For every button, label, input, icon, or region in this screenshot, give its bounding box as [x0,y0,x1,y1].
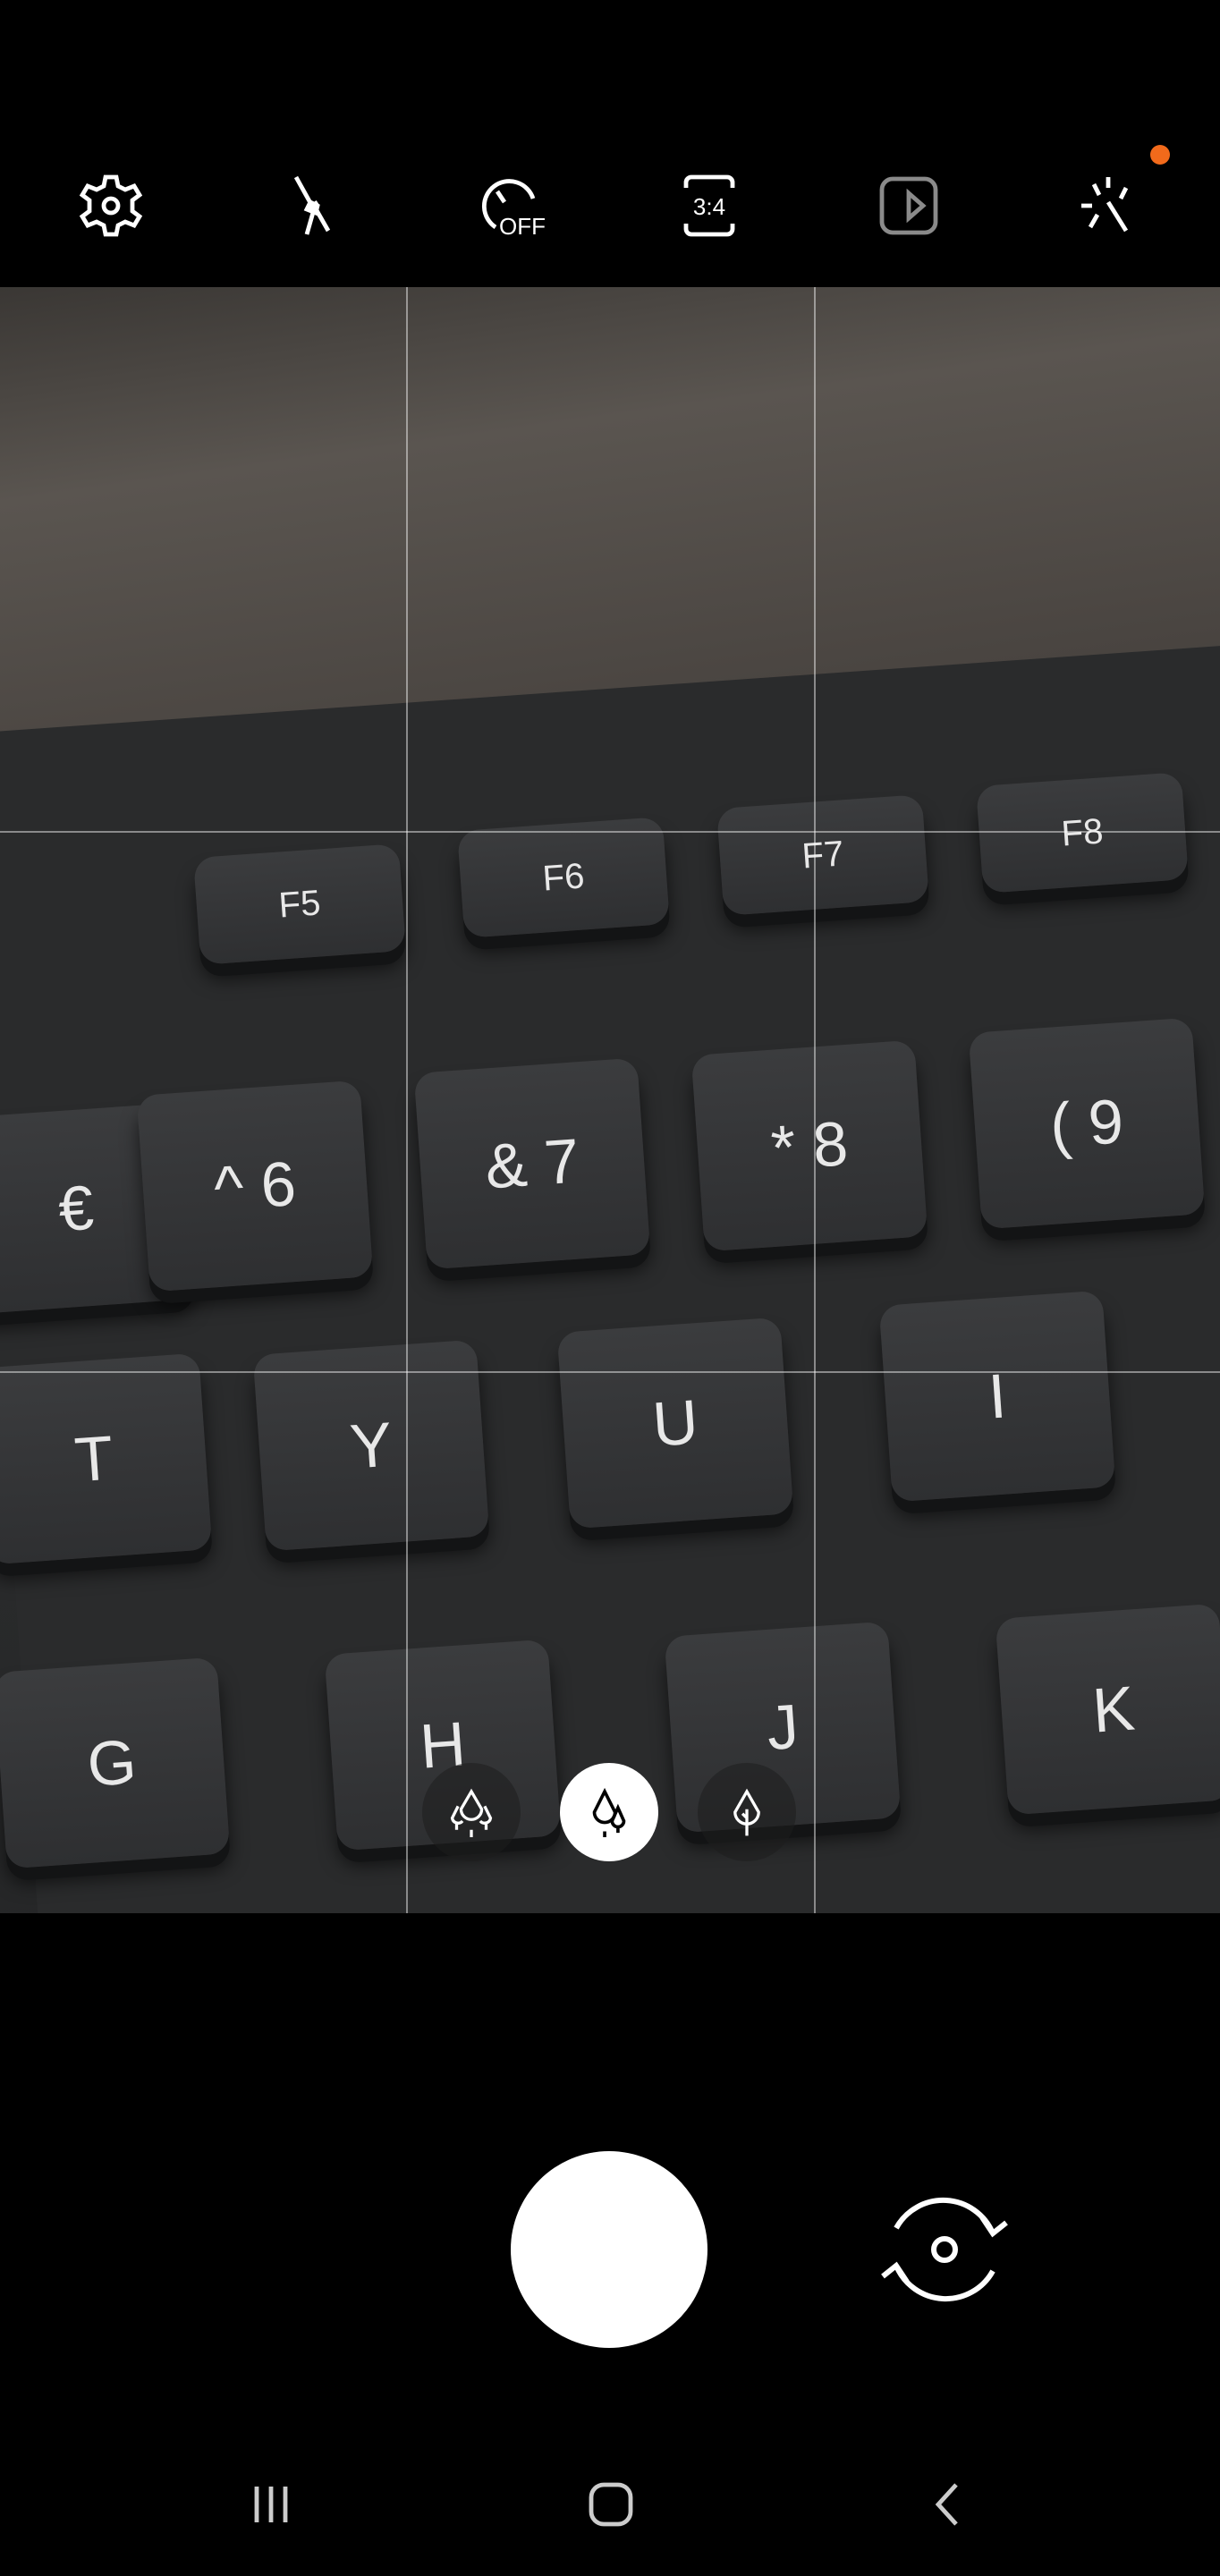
svg-text:3:4: 3:4 [693,193,725,220]
back-icon [935,2483,958,2526]
grid-line [406,287,408,1913]
flash-off-icon [293,175,331,235]
grid-line [0,1371,1220,1373]
grid-line [814,287,816,1913]
motion-photo-icon [879,176,938,235]
camera-toolbar: OFF 3:4 [0,0,1220,287]
wide-trees-icon [592,1787,626,1838]
keyboard-key: ^ 6 [136,1080,374,1292]
back-button[interactable] [904,2460,994,2549]
grid-line [0,831,1220,833]
recent-apps-icon [254,2487,288,2522]
effects-button[interactable] [1063,161,1153,250]
recent-apps-button[interactable] [226,2460,316,2549]
keyboard-key: & 7 [413,1057,651,1270]
keyboard-key: F6 [457,817,670,938]
zoom-ultra-wide-button[interactable] [422,1763,521,1861]
gear-icon [79,174,143,237]
home-button[interactable] [566,2460,656,2549]
notification-dot [1150,145,1170,165]
flash-button[interactable] [266,161,355,250]
zoom-wide-button[interactable] [560,1763,658,1861]
timer-button[interactable]: OFF [465,161,555,250]
keyboard-key: F7 [716,794,929,916]
settings-button[interactable] [66,161,156,250]
keyboard-key: U [556,1317,794,1530]
keyboard-key: K [995,1603,1220,1816]
keyboard-key: F8 [976,772,1189,894]
motion-photo-button[interactable] [864,161,953,250]
keyboard-key: T [0,1352,213,1565]
zoom-tele-button[interactable] [698,1763,796,1861]
timer-off-icon: OFF [482,179,546,240]
keyboard-key: ( 9 [968,1017,1206,1230]
svg-text:OFF: OFF [499,213,546,240]
ultra-wide-trees-icon [450,1788,493,1838]
filters-icon [1081,177,1129,233]
switch-camera-button[interactable] [864,2169,1025,2330]
keyboard-key: * 8 [690,1039,928,1252]
keyboard-key: I [878,1290,1116,1503]
shutter-button[interactable] [511,2151,707,2348]
aspect-ratio-icon: 3:4 [683,174,735,237]
switch-camera-icon [881,2197,1008,2302]
aspect-ratio-button[interactable]: 3:4 [665,161,754,250]
camera-viewfinder[interactable]: F5 F6 F7 F8 € ^ 6 & 7 * 8( 9TYUIGHJK [0,287,1220,1913]
home-icon [589,2482,633,2527]
keyboard-key: G [0,1657,231,1869]
tele-tree-icon [733,1788,760,1836]
keyboard-key: F5 [193,843,406,965]
